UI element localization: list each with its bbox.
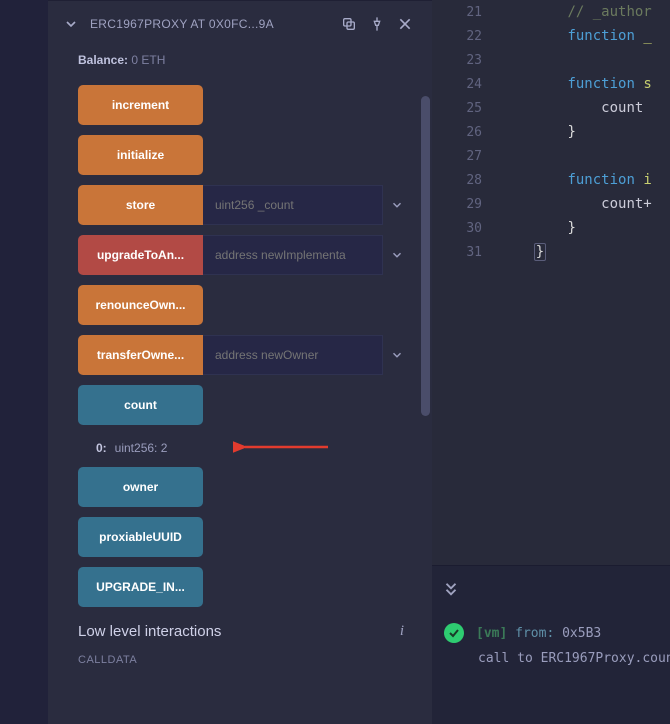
fn-renounceOwnership-button[interactable]: renounceOwn... — [78, 285, 203, 325]
output-value: uint256: 2 — [115, 441, 168, 455]
info-icon[interactable]: i — [400, 623, 404, 640]
annotation-arrow-icon — [233, 435, 333, 459]
terminal-vm-tag: [vm] — [476, 626, 507, 641]
fn-transferOwnership-input[interactable] — [203, 335, 383, 375]
code-content: } — [500, 244, 546, 260]
code-line: 27 — [432, 144, 670, 168]
balance-value: 0 ETH — [131, 53, 165, 67]
code-content: function i — [500, 172, 652, 188]
code-line: 30 } — [432, 216, 670, 240]
code-line: 21 // _author — [432, 0, 670, 24]
fn-proxiableUUID-button[interactable]: proxiableUUID — [78, 517, 203, 557]
code-line: 24 function s — [432, 72, 670, 96]
line-number: 28 — [432, 173, 500, 188]
terminal-line: call to ERC1967Proxy.count — [432, 647, 670, 670]
line-number: 21 — [432, 5, 500, 20]
low-level-section: Low level interactions i CALLDATA — [48, 617, 432, 666]
code-content: } — [500, 124, 576, 140]
code-content: count — [500, 100, 652, 116]
scrollbar-thumb[interactable] — [421, 96, 430, 416]
code-content: } — [500, 220, 576, 236]
balance-row: Balance: 0 ETH — [48, 47, 432, 85]
chevron-down-icon[interactable] — [383, 335, 410, 375]
contract-instance-header: ERC1967PROXY AT 0X0FC...9A — [48, 0, 432, 47]
fn-store-input[interactable] — [203, 185, 383, 225]
code-line: 31 } — [432, 240, 670, 264]
code-line: 23 — [432, 48, 670, 72]
low-level-title: Low level interactions — [78, 623, 221, 640]
chevron-down-icon[interactable] — [62, 15, 80, 33]
line-number: 29 — [432, 197, 500, 212]
fn-upgradeToAndCall-button[interactable]: upgradeToAn... — [78, 235, 203, 275]
terminal-collapse-bar[interactable] — [432, 565, 670, 611]
fn-store-button[interactable]: store — [78, 185, 203, 225]
calldata-label: CALLDATA — [78, 654, 404, 666]
chevron-down-icon[interactable] — [383, 185, 410, 225]
far-left-strip — [0, 0, 48, 724]
line-number: 25 — [432, 101, 500, 116]
terminal-call-text: call to ERC1967Proxy.count — [478, 651, 670, 666]
pin-icon[interactable] — [368, 15, 386, 33]
output-index: 0: — [96, 441, 107, 455]
double-chevron-down-icon — [442, 580, 460, 598]
terminal-from-addr: 0x5B3 — [562, 626, 601, 641]
code-content: // _author — [500, 4, 652, 20]
fn-owner-button[interactable]: owner — [78, 467, 203, 507]
status-success-icon — [444, 623, 464, 643]
balance-label: Balance: — [78, 53, 128, 67]
fn-count-button[interactable]: count — [78, 385, 203, 425]
line-number: 27 — [432, 149, 500, 164]
code-content: function s — [500, 76, 652, 92]
chevron-down-icon[interactable] — [383, 235, 410, 275]
code-content: count+ — [500, 196, 652, 212]
code-line: 28 function i — [432, 168, 670, 192]
fn-upgradeInterfaceVersion-button[interactable]: UPGRADE_IN... — [78, 567, 203, 607]
fn-upgradeToAndCall-input[interactable] — [203, 235, 383, 275]
contract-title: ERC1967PROXY AT 0X0FC...9A — [90, 17, 330, 31]
code-line: 25 count — [432, 96, 670, 120]
code-editor[interactable]: 21 // _author22 function _2324 function … — [432, 0, 670, 565]
line-number: 30 — [432, 221, 500, 236]
terminal-panel: [vm] from: 0x5B3 call to ERC1967Proxy.co… — [432, 611, 670, 724]
code-content: function _ — [500, 28, 652, 44]
line-number: 23 — [432, 53, 500, 68]
terminal-from-label: from: — [515, 626, 554, 641]
line-number: 31 — [432, 245, 500, 260]
close-icon[interactable] — [396, 15, 414, 33]
code-line: 26 } — [432, 120, 670, 144]
fn-increment-button[interactable]: increment — [78, 85, 203, 125]
terminal-line: [vm] from: 0x5B3 — [432, 619, 670, 647]
function-list: increment initialize store upgradeToAn..… — [48, 85, 432, 607]
line-number: 24 — [432, 77, 500, 92]
copy-icon[interactable] — [340, 15, 358, 33]
line-number: 26 — [432, 125, 500, 140]
line-number: 22 — [432, 29, 500, 44]
code-line: 29 count+ — [432, 192, 670, 216]
fn-count-output: 0: uint256: 2 — [78, 435, 410, 467]
deploy-panel: ERC1967PROXY AT 0X0FC...9A Balance: 0 ET… — [48, 0, 432, 724]
code-line: 22 function _ — [432, 24, 670, 48]
fn-initialize-button[interactable]: initialize — [78, 135, 203, 175]
fn-transferOwnership-button[interactable]: transferOwne... — [78, 335, 203, 375]
